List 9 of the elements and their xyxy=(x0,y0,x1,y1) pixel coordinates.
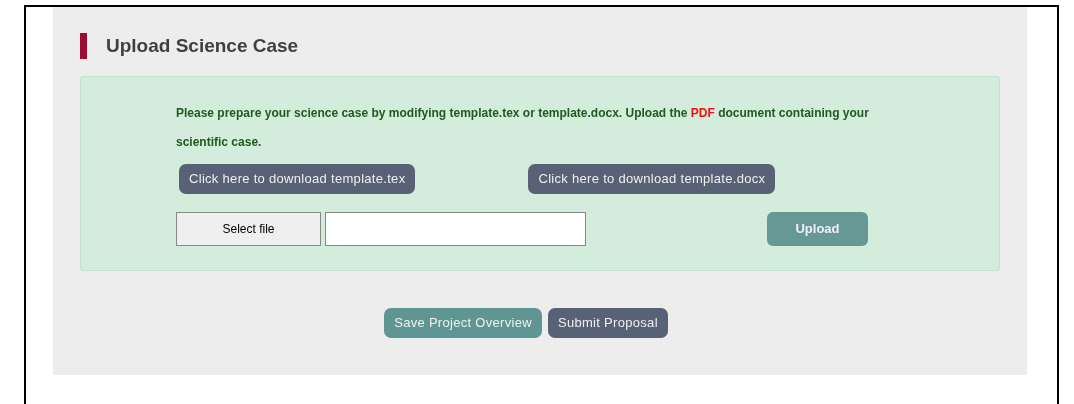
file-name-field[interactable] xyxy=(325,212,586,246)
instructions-text: Please prepare your science case by modifying template.tex or template.docx. Upload the PDF document containing your scientific case. xyxy=(176,105,870,151)
accent-bar xyxy=(80,33,87,59)
select-file-button[interactable]: Select file xyxy=(176,212,321,246)
section-title: Upload Science Case xyxy=(106,33,299,58)
download-button[interactable]: Click here to download template.tex xyxy=(179,164,416,194)
download-button[interactable]: Click here to download template.docx xyxy=(528,164,776,194)
submit-button[interactable]: Submit Proposal xyxy=(547,308,668,338)
save-button[interactable]: Save Project Overview xyxy=(384,308,542,338)
